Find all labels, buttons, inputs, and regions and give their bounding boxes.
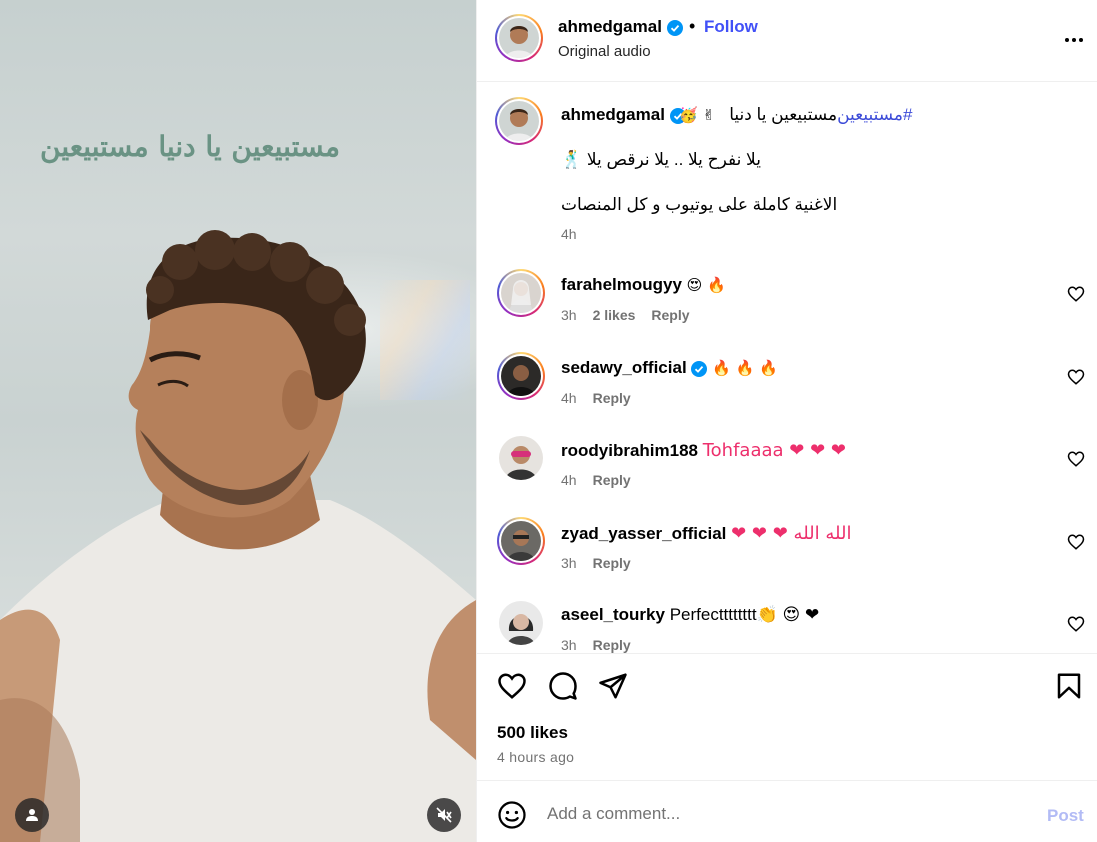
comment-text: Perfectttttttt👏 😍 ❤ [669, 605, 820, 624]
caption-line-3: الاغنية كاملة على يوتيوب و كل المنصات [561, 195, 838, 214]
author-avatar[interactable] [495, 14, 543, 62]
comment-text: Tohfaaaa ❤ ❤ ❤ [702, 440, 846, 461]
comment-time: 4h [561, 390, 577, 406]
verified-badge-icon [666, 19, 683, 36]
caption-hashtag[interactable]: #مستبيعين [837, 105, 912, 124]
caption-line-1: 🥳 ✌ مستبيعين يا دنيا #مستبيعين [679, 105, 912, 125]
comment-item: aseel_tourky Perfectttttttt👏 😍 ❤ 3h Reply [477, 599, 1097, 653]
person-icon [26, 809, 38, 821]
comment-time: 3h [561, 555, 577, 571]
comment-avatar[interactable] [497, 269, 545, 317]
audio-link[interactable]: Original audio [558, 43, 651, 60]
caption-avatar[interactable] [495, 97, 543, 145]
mute-toggle-button[interactable] [427, 798, 461, 832]
comment-like-heart-icon[interactable] [1067, 450, 1085, 468]
comment-like-heart-icon[interactable] [1067, 615, 1085, 633]
comment-item: roodyibrahim188 Tohfaaaa ❤ ❤ ❤ 4h Reply [477, 434, 1097, 516]
caption-timestamp: 4h [561, 226, 577, 242]
portrait-photo [0, 230, 476, 842]
comment-reply-button[interactable]: Reply [593, 555, 631, 571]
comment-bubble-icon[interactable] [548, 671, 578, 701]
comment-avatar[interactable] [499, 601, 543, 645]
comment-time: 3h [561, 307, 577, 323]
tagged-users-button[interactable] [15, 798, 49, 832]
comment-time: 3h [561, 637, 577, 653]
comment-likes-count[interactable]: 2 likes [593, 307, 636, 323]
comment-item: farahelmougyy 😍 🔥 3h 2 likes Reply [477, 269, 1097, 351]
bookmark-icon[interactable] [1054, 671, 1084, 701]
comment-input[interactable] [547, 799, 1017, 829]
post-comment-button[interactable]: Post [1047, 806, 1084, 826]
comment-item: sedawy_official 🔥 🔥 🔥 4h Reply [477, 352, 1097, 434]
comment-username[interactable]: roodyibrahim188 [561, 441, 698, 460]
more-options-icon[interactable] [1062, 28, 1086, 52]
comment-reply-button[interactable]: Reply [593, 472, 631, 488]
comment-reply-button[interactable]: Reply [593, 637, 631, 653]
post-header: ahmedgamal • Follow Original audio [477, 0, 1097, 82]
caption-line-2: يلا نفرح يلا .. يلا نرقص يلا 🕺 [561, 150, 761, 169]
caption-username[interactable]: ahmedgamal [561, 105, 686, 125]
paper-plane-icon[interactable] [598, 671, 628, 701]
caption-emoji: 🥳 ✌ [679, 106, 716, 124]
comment-item: zyad_yasser_official ❤ ❤ ❤ الله الله 3h R… [477, 517, 1097, 599]
comment-avatar[interactable] [497, 352, 545, 400]
emoji-picker-icon[interactable] [497, 800, 527, 830]
comment-like-heart-icon[interactable] [1067, 533, 1085, 551]
comment-composer: Post [477, 782, 1097, 842]
heart-outline-icon[interactable] [497, 671, 527, 701]
author-username[interactable]: ahmedgamal [558, 17, 683, 37]
post-timestamp: 4 hours ago [497, 749, 575, 765]
post-side-panel: ahmedgamal • Follow Original audio ahmed… [476, 0, 1097, 842]
separator-dot: • [689, 16, 696, 36]
comment-reply-button[interactable]: Reply [651, 307, 689, 323]
comment-reply-button[interactable]: Reply [593, 390, 631, 406]
comment-text: 😍 🔥 [686, 276, 726, 294]
comment-like-heart-icon[interactable] [1067, 285, 1085, 303]
comment-text: 🔥 🔥 🔥 [712, 359, 778, 377]
comment-time: 4h [561, 472, 577, 488]
post-actions: 500 likes 4 hours ago [477, 653, 1097, 781]
comment-username[interactable]: zyad_yasser_official [561, 524, 726, 543]
verified-badge-icon [691, 360, 708, 377]
follow-button[interactable]: Follow [704, 17, 758, 37]
speaker-muted-icon [436, 807, 452, 823]
comments-thread[interactable]: ahmedgamal 🥳 ✌ مستبيعين يا دنيا #مستبيعي… [477, 83, 1097, 653]
comment-avatar[interactable] [499, 436, 543, 480]
post-media[interactable]: مستبيعين يا دنيا مستبيعين [0, 0, 476, 842]
comment-text: ❤ ❤ ❤ الله الله [731, 523, 852, 544]
caption-text: مستبيعين يا دنيا [724, 105, 838, 124]
comment-username[interactable]: aseel_tourky [561, 605, 665, 624]
comment-like-heart-icon[interactable] [1067, 368, 1085, 386]
comment-avatar[interactable] [497, 517, 545, 565]
likes-count[interactable]: 500 likes [497, 723, 568, 743]
comment-username[interactable]: sedawy_official [561, 358, 687, 377]
comment-username[interactable]: farahelmougyy [561, 275, 682, 294]
